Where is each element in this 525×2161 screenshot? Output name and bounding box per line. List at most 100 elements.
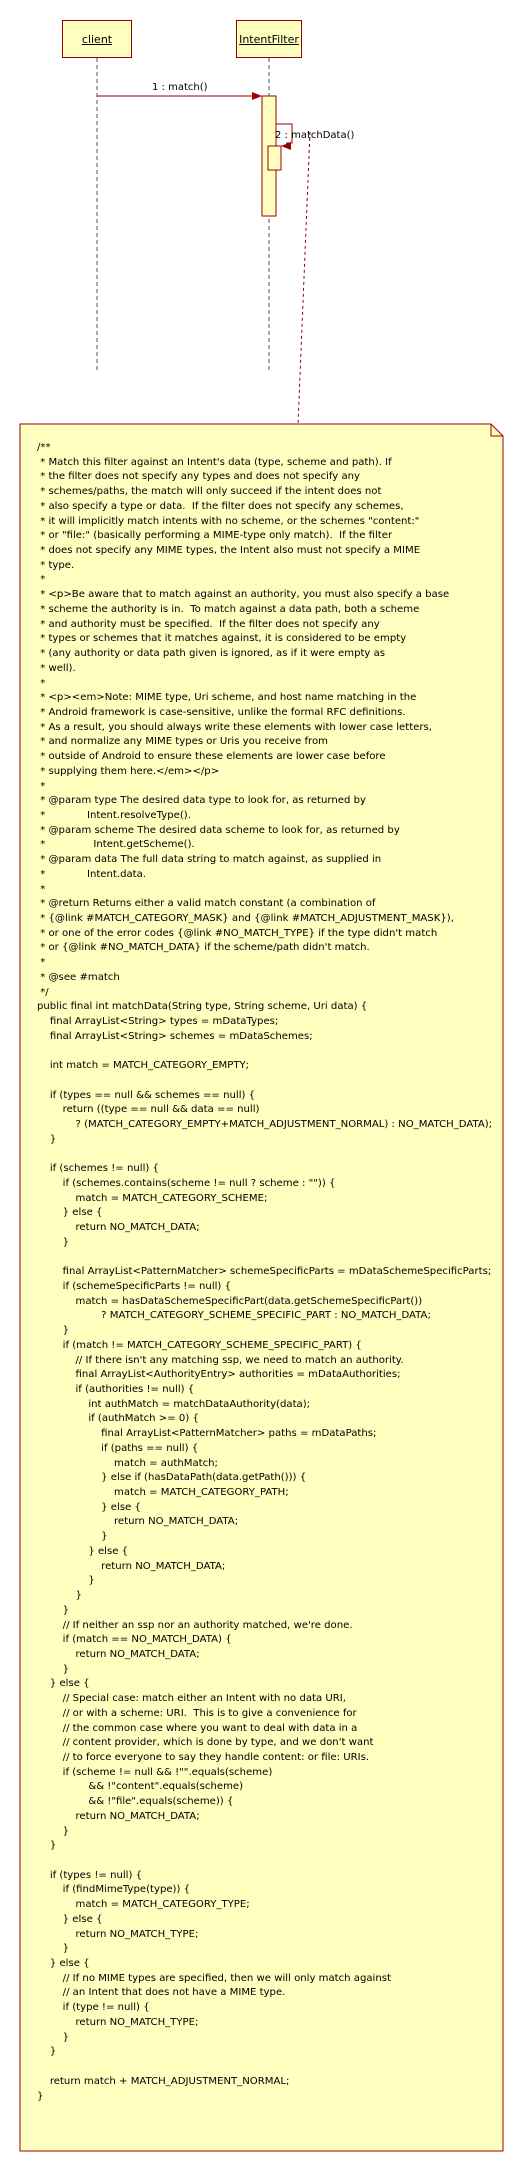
note-line: return NO_MATCH_DATA; [37,1648,200,1660]
note-line: match = hasDataSchemeSpecificPart(data.g… [37,1295,423,1307]
note-line: * [37,574,46,586]
note-line: * the filter does not specify any types … [37,471,361,483]
note-line: * it will implicitly match intents with … [37,515,420,527]
note-line: * or {@link #NO_MATCH_DATA} if the schem… [37,942,370,954]
note-line: if (types != null) { [37,1869,143,1881]
match-message-arrowhead [252,92,262,100]
note-line: * @param data The full data string to ma… [37,854,382,866]
note-line: return match + MATCH_ADJUSTMENT_NORMAL; [37,2075,290,2087]
note-line: } [37,1825,70,1837]
note-line: return NO_MATCH_TYPE; [37,2016,199,2028]
note-line: } [37,1133,57,1145]
note-line: match = MATCH_CATEGORY_TYPE; [37,1899,250,1911]
note-line: } [37,1575,95,1587]
note-line: * @see #match [37,971,120,983]
note-line: if (schemes.contains(scheme != null ? sc… [37,1177,336,1189]
note-line: * @param type The desired data type to l… [37,795,366,807]
note-line: * Intent.getScheme(). [37,839,195,851]
note-line: * types or schemes that it matches again… [37,633,407,645]
note-line: * and normalize any MIME types or Uris y… [37,736,328,748]
note-line: * supplying them here.</em></p> [37,765,220,777]
client-lifeline-label: client [81,32,113,46]
note-line: final ArrayList<PatternMatcher> paths = … [37,1428,377,1440]
note-line: * well). [37,662,76,674]
note-line: // If neither an ssp nor an authority ma… [37,1619,353,1631]
note-line: } [37,2046,57,2058]
matchdata-message-label: 2 : matchData() [275,130,355,141]
note-line: // If there isn't any matching ssp, we n… [37,1354,404,1366]
note-line: if (findMimeType(type)) { [37,1884,191,1896]
note-line: * {@link #MATCH_CATEGORY_MASK} and {@lin… [37,913,454,924]
note-line: * (any authority or data path given is i… [37,648,386,660]
note-line: } else { [37,1501,141,1513]
note-line: } [37,1943,70,1955]
match-message-label: 1 : match() [152,82,208,93]
note-line: final ArrayList<AuthorityEntry> authorit… [37,1369,401,1381]
note-line: && !"content".equals(scheme) [37,1781,244,1793]
note-line: match = MATCH_CATEGORY_PATH; [37,1487,289,1499]
note-line: * <p><em>Note: MIME type, Uri scheme, an… [37,692,417,704]
note-line: } [37,1663,70,1675]
note-line: * schemes/paths, the match will only suc… [37,486,382,498]
note-line: // the common case where you want to dea… [37,1722,358,1734]
note-line: * @param scheme The desired data scheme … [37,824,400,836]
note-line: return NO_MATCH_DATA; [37,1560,226,1572]
note-line: * <p>Be aware that to match against an a… [37,589,450,601]
note-line: } [37,1840,57,1852]
note-line: match = MATCH_CATEGORY_SCHEME; [37,1192,268,1204]
note-anchor-line [297,131,311,425]
note-line: return NO_MATCH_TYPE; [37,1928,199,1940]
note-line: if (types == null && schemes == null) { [37,1089,256,1101]
note-line: return NO_MATCH_DATA; [37,1222,200,1234]
note-line: * outside of Android to ensure these ele… [37,751,386,763]
note-line: return NO_MATCH_DATA; [37,1516,239,1528]
note-line: } else if (hasDataPath(data.getPath())) … [37,1472,307,1484]
note-line: * Match this filter against an Intent's … [37,456,392,468]
note-line: ? (MATCH_CATEGORY_EMPTY+MATCH_ADJUSTMENT… [37,1119,493,1131]
note-line: } [37,1604,70,1616]
note-line: if (type != null) { [37,2002,150,2014]
note-line: } else { [37,1207,103,1219]
note-line: } [37,1531,108,1543]
intentfilter-lifeline-box: IntentFilter [236,20,302,58]
note-line: if (match != MATCH_CATEGORY_SCHEME_SPECI… [37,1339,362,1351]
note-line: * [37,780,46,792]
note-line: * or one of the error codes {@link #NO_M… [37,927,438,939]
note-line: */ [37,986,49,998]
note-line: } else { [37,1545,129,1557]
note-line: int authMatch = matchDataAuthority(data)… [37,1398,311,1410]
note-line: /** [37,442,51,453]
note-line: // or with a scheme: URI. This is to giv… [37,1707,357,1719]
note-line: * @return Returns either a valid match c… [37,898,376,910]
matchdata-activation [267,145,282,171]
code-note: /** * Match this filter against an Inten… [20,424,503,2151]
note-line: match = authMatch; [37,1457,218,1469]
note-line: } [37,1236,70,1248]
client-lifeline-box: client [62,20,132,58]
note-line: if (match == NO_MATCH_DATA) { [37,1634,232,1646]
note-line: } else { [37,1958,90,1970]
note-line: return NO_MATCH_DATA; [37,1810,200,1822]
note-line: public final int matchData(String type, … [37,1001,368,1013]
note-line: * [37,883,46,895]
note-line: ? MATCH_CATEGORY_SCHEME_SPECIFIC_PART : … [37,1310,431,1322]
note-line: final ArrayList<PatternMatcher> schemeSp… [37,1266,492,1278]
note-line: if (schemes != null) { [37,1163,159,1175]
note-line: final ArrayList<String> types = mDataTyp… [37,1016,279,1028]
note-code-text: /** * Match this filter against an Inten… [37,441,495,2104]
note-line: if (scheme != null && !"".equals(scheme) [37,1766,273,1778]
note-line: * Intent.data. [37,868,147,880]
note-line: if (schemeSpecificParts != null) { [37,1280,231,1292]
note-line: // to force everyone to say they handle … [37,1751,370,1763]
note-line: && !"file".equals(scheme)) { [37,1796,234,1808]
note-line: * As a result, you should always write t… [37,721,432,733]
note-line: } [37,1325,70,1337]
note-line: if (authMatch >= 0) { [37,1413,199,1425]
note-line: * Android framework is case-sensitive, u… [37,706,406,718]
note-line: } [37,1590,82,1602]
note-line: if (authorities != null) { [37,1384,195,1395]
note-line: * [37,677,46,689]
note-line: * or "file:" (basically performing a MIM… [37,530,393,542]
note-line: // an Intent that does not have a MIME t… [37,1987,286,1999]
note-line: // Special case: match either an Intent … [37,1693,346,1705]
